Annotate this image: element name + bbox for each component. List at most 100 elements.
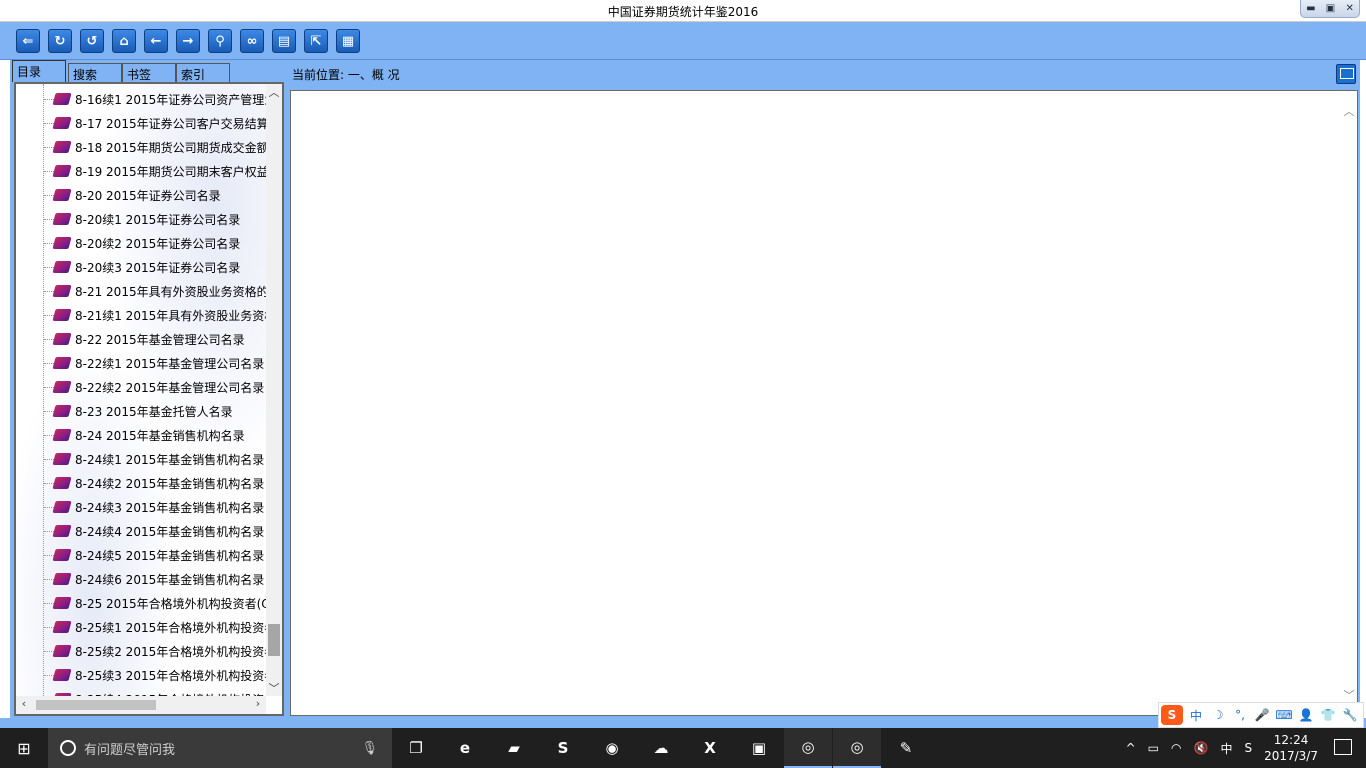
tree-item[interactable]: 8-24续4 2015年基金销售机构名录	[44, 520, 264, 542]
tree-item[interactable]: 8-19 2015年期货公司期末客户权益	[44, 160, 266, 182]
notes-icon[interactable]: ▤	[272, 29, 296, 53]
tree-connector	[44, 506, 54, 508]
ime-tool-icon[interactable]: 中	[1187, 707, 1205, 724]
tray-icon[interactable]: ▭	[1148, 741, 1159, 755]
tree-item[interactable]: 8-25续3 2015年合格境外机构投资者	[44, 664, 266, 686]
start-button[interactable]: ⊞	[0, 728, 48, 768]
tree-item-label: 8-20续3 2015年证券公司名录	[75, 260, 241, 275]
tray-icon[interactable]: 中	[1220, 740, 1232, 757]
current-location: 当前位置: 一、概 况	[292, 68, 400, 82]
window-app-icon[interactable]: ▣	[735, 728, 783, 768]
microphone-icon[interactable]: 🎙	[361, 741, 378, 756]
report-icon[interactable]: ▦	[336, 29, 360, 53]
tree-connector	[44, 98, 54, 100]
back-icon[interactable]: ←	[144, 29, 168, 53]
hscroll-thumb[interactable]	[36, 700, 156, 710]
tree-item[interactable]: 8-24 2015年基金销售机构名录	[44, 424, 245, 446]
refresh-icon[interactable]: ↻	[48, 29, 72, 53]
tree-item-label: 8-24续1 2015年基金销售机构名录	[75, 452, 265, 467]
tray-icon[interactable]: ◠	[1171, 741, 1181, 755]
find-icon[interactable]: ⚲	[208, 29, 232, 53]
tree-item[interactable]: 8-25续2 2015年合格境外机构投资者	[44, 640, 266, 662]
tree-item[interactable]: 8-20 2015年证券公司名录	[44, 184, 221, 206]
tree-item[interactable]: 8-23 2015年基金托管人名录	[44, 400, 233, 422]
book-icon	[52, 237, 72, 249]
link-icon[interactable]: ∞	[240, 29, 264, 53]
tree-item[interactable]: 8-20续3 2015年证券公司名录	[44, 256, 240, 278]
content-area[interactable]: ︿ ﹀	[290, 90, 1358, 716]
maximize-button[interactable]: ▣	[1326, 3, 1335, 14]
tree-item-label: 8-20续1 2015年证券公司名录	[75, 212, 241, 227]
tree-item[interactable]: 8-18 2015年期货公司期货成交金额	[44, 136, 266, 158]
content-scroll-down-icon[interactable]: ﹀	[1341, 687, 1357, 703]
tab-search[interactable]: 搜索	[68, 63, 122, 82]
tree-vertical-scrollbar[interactable]: ︿ ﹀	[266, 84, 282, 696]
ime-tool-icon[interactable]: 👤	[1297, 708, 1315, 722]
forward-icon[interactable]: →	[176, 29, 200, 53]
tree-item[interactable]: 8-25续1 2015年合格境外机构投资者	[44, 616, 266, 638]
tree-connector	[44, 146, 54, 148]
ime-tool-icon[interactable]: 🎤	[1253, 708, 1271, 722]
tray-icon[interactable]: 🔇	[1194, 741, 1209, 755]
task-view-icon[interactable]: ❐	[392, 728, 440, 768]
tray-icon[interactable]: S	[1244, 741, 1252, 755]
content-scroll-up-icon[interactable]: ︿	[1341, 103, 1357, 119]
home-icon[interactable]: ⌂	[112, 29, 136, 53]
excel-icon[interactable]: X	[686, 728, 734, 768]
tree-item[interactable]: 8-21 2015年具有外资股业务资格的	[44, 280, 266, 302]
tree-item[interactable]: 8-24续2 2015年基金销售机构名录	[44, 472, 264, 494]
tree-item[interactable]: 8-21续1 2015年具有外资股业务资格	[44, 304, 266, 326]
tree-item[interactable]: 8-20续1 2015年证券公司名录	[44, 208, 240, 230]
tree-item[interactable]: 8-20续2 2015年证券公司名录	[44, 232, 240, 254]
edge-icon[interactable]: e	[441, 728, 489, 768]
tree-item[interactable]: 8-24续1 2015年基金销售机构名录	[44, 448, 264, 470]
tab-contents[interactable]: 目录	[12, 60, 66, 82]
tray-icon[interactable]: ^	[1126, 741, 1136, 755]
sogou-ime-logo[interactable]: S	[1161, 705, 1183, 725]
file-explorer-icon[interactable]: ▰	[490, 728, 538, 768]
clock[interactable]: 12:24 2017/3/7	[1264, 732, 1318, 764]
minimize-button[interactable]: ▬	[1306, 3, 1315, 14]
ime-tool-icon[interactable]: ⌨	[1275, 708, 1293, 722]
content-scrollbar[interactable]: ︿ ﹀	[1341, 91, 1357, 715]
tree-item[interactable]: 8-24续6 2015年基金销售机构名录	[44, 568, 264, 590]
scroll-right-icon[interactable]: ›	[250, 697, 266, 710]
ime-tool-icon[interactable]: 👕	[1319, 708, 1337, 722]
sogou-browser-icon[interactable]: S	[539, 728, 587, 768]
tree-item[interactable]: 8-25续4 2015年合格境外机构投资者	[44, 688, 266, 696]
display-mode-icon[interactable]	[1336, 64, 1356, 84]
tree-connector	[44, 626, 54, 628]
book-icon	[52, 285, 72, 297]
notification-icon[interactable]	[1334, 739, 1352, 755]
tree-horizontal-scrollbar[interactable]: ‹ ›	[16, 696, 266, 714]
scroll-left-icon[interactable]: ‹	[16, 697, 32, 710]
paint-icon[interactable]: ✎	[882, 728, 930, 768]
baidu-netdisk-icon[interactable]: ☁	[637, 728, 685, 768]
scroll-down-icon[interactable]: ﹀	[266, 680, 282, 696]
taskbar-search[interactable]: 有问题尽管问我 🎙	[48, 728, 392, 768]
scroll-thumb[interactable]	[268, 624, 280, 656]
tree-item[interactable]: 8-22 2015年基金管理公司名录	[44, 328, 245, 350]
tree-item[interactable]: 8-24续3 2015年基金销售机构名录	[44, 496, 264, 518]
tree-item[interactable]: 8-25 2015年合格境外机构投资者(Q	[44, 592, 266, 614]
tree-item[interactable]: 8-24续5 2015年基金销售机构名录	[44, 544, 264, 566]
tree-item[interactable]: 8-22续2 2015年基金管理公司名录	[44, 376, 264, 398]
export-icon[interactable]: ⇱	[304, 29, 328, 53]
yearbook-app-icon-2[interactable]: ◎	[833, 728, 881, 768]
scroll-up-icon[interactable]: ︿	[266, 84, 282, 100]
tab-bookmarks[interactable]: 书签	[122, 63, 176, 82]
tree-item[interactable]: 8-16续1 2015年证券公司资产管理业	[44, 88, 266, 110]
tree-item[interactable]: 8-17 2015年证券公司客户交易结算	[44, 112, 266, 134]
ime-tool-icon[interactable]: 🔧	[1341, 708, 1359, 722]
ime-tool-icon[interactable]: °,	[1231, 708, 1249, 722]
ime-tool-icon[interactable]: ☽	[1209, 708, 1227, 722]
reload-icon[interactable]: ↺	[80, 29, 104, 53]
netease-music-icon[interactable]: ◉	[588, 728, 636, 768]
tab-index[interactable]: 索引	[176, 63, 230, 82]
exit-icon[interactable]: ⇐	[16, 29, 40, 53]
yearbook-app-icon-1[interactable]: ◎	[784, 728, 832, 768]
tree-connector	[44, 410, 54, 412]
tree-item-label: 8-25续2 2015年合格境外机构投资者	[75, 644, 266, 659]
tree-item[interactable]: 8-22续1 2015年基金管理公司名录	[44, 352, 264, 374]
close-button[interactable]: ✕	[1345, 3, 1353, 14]
